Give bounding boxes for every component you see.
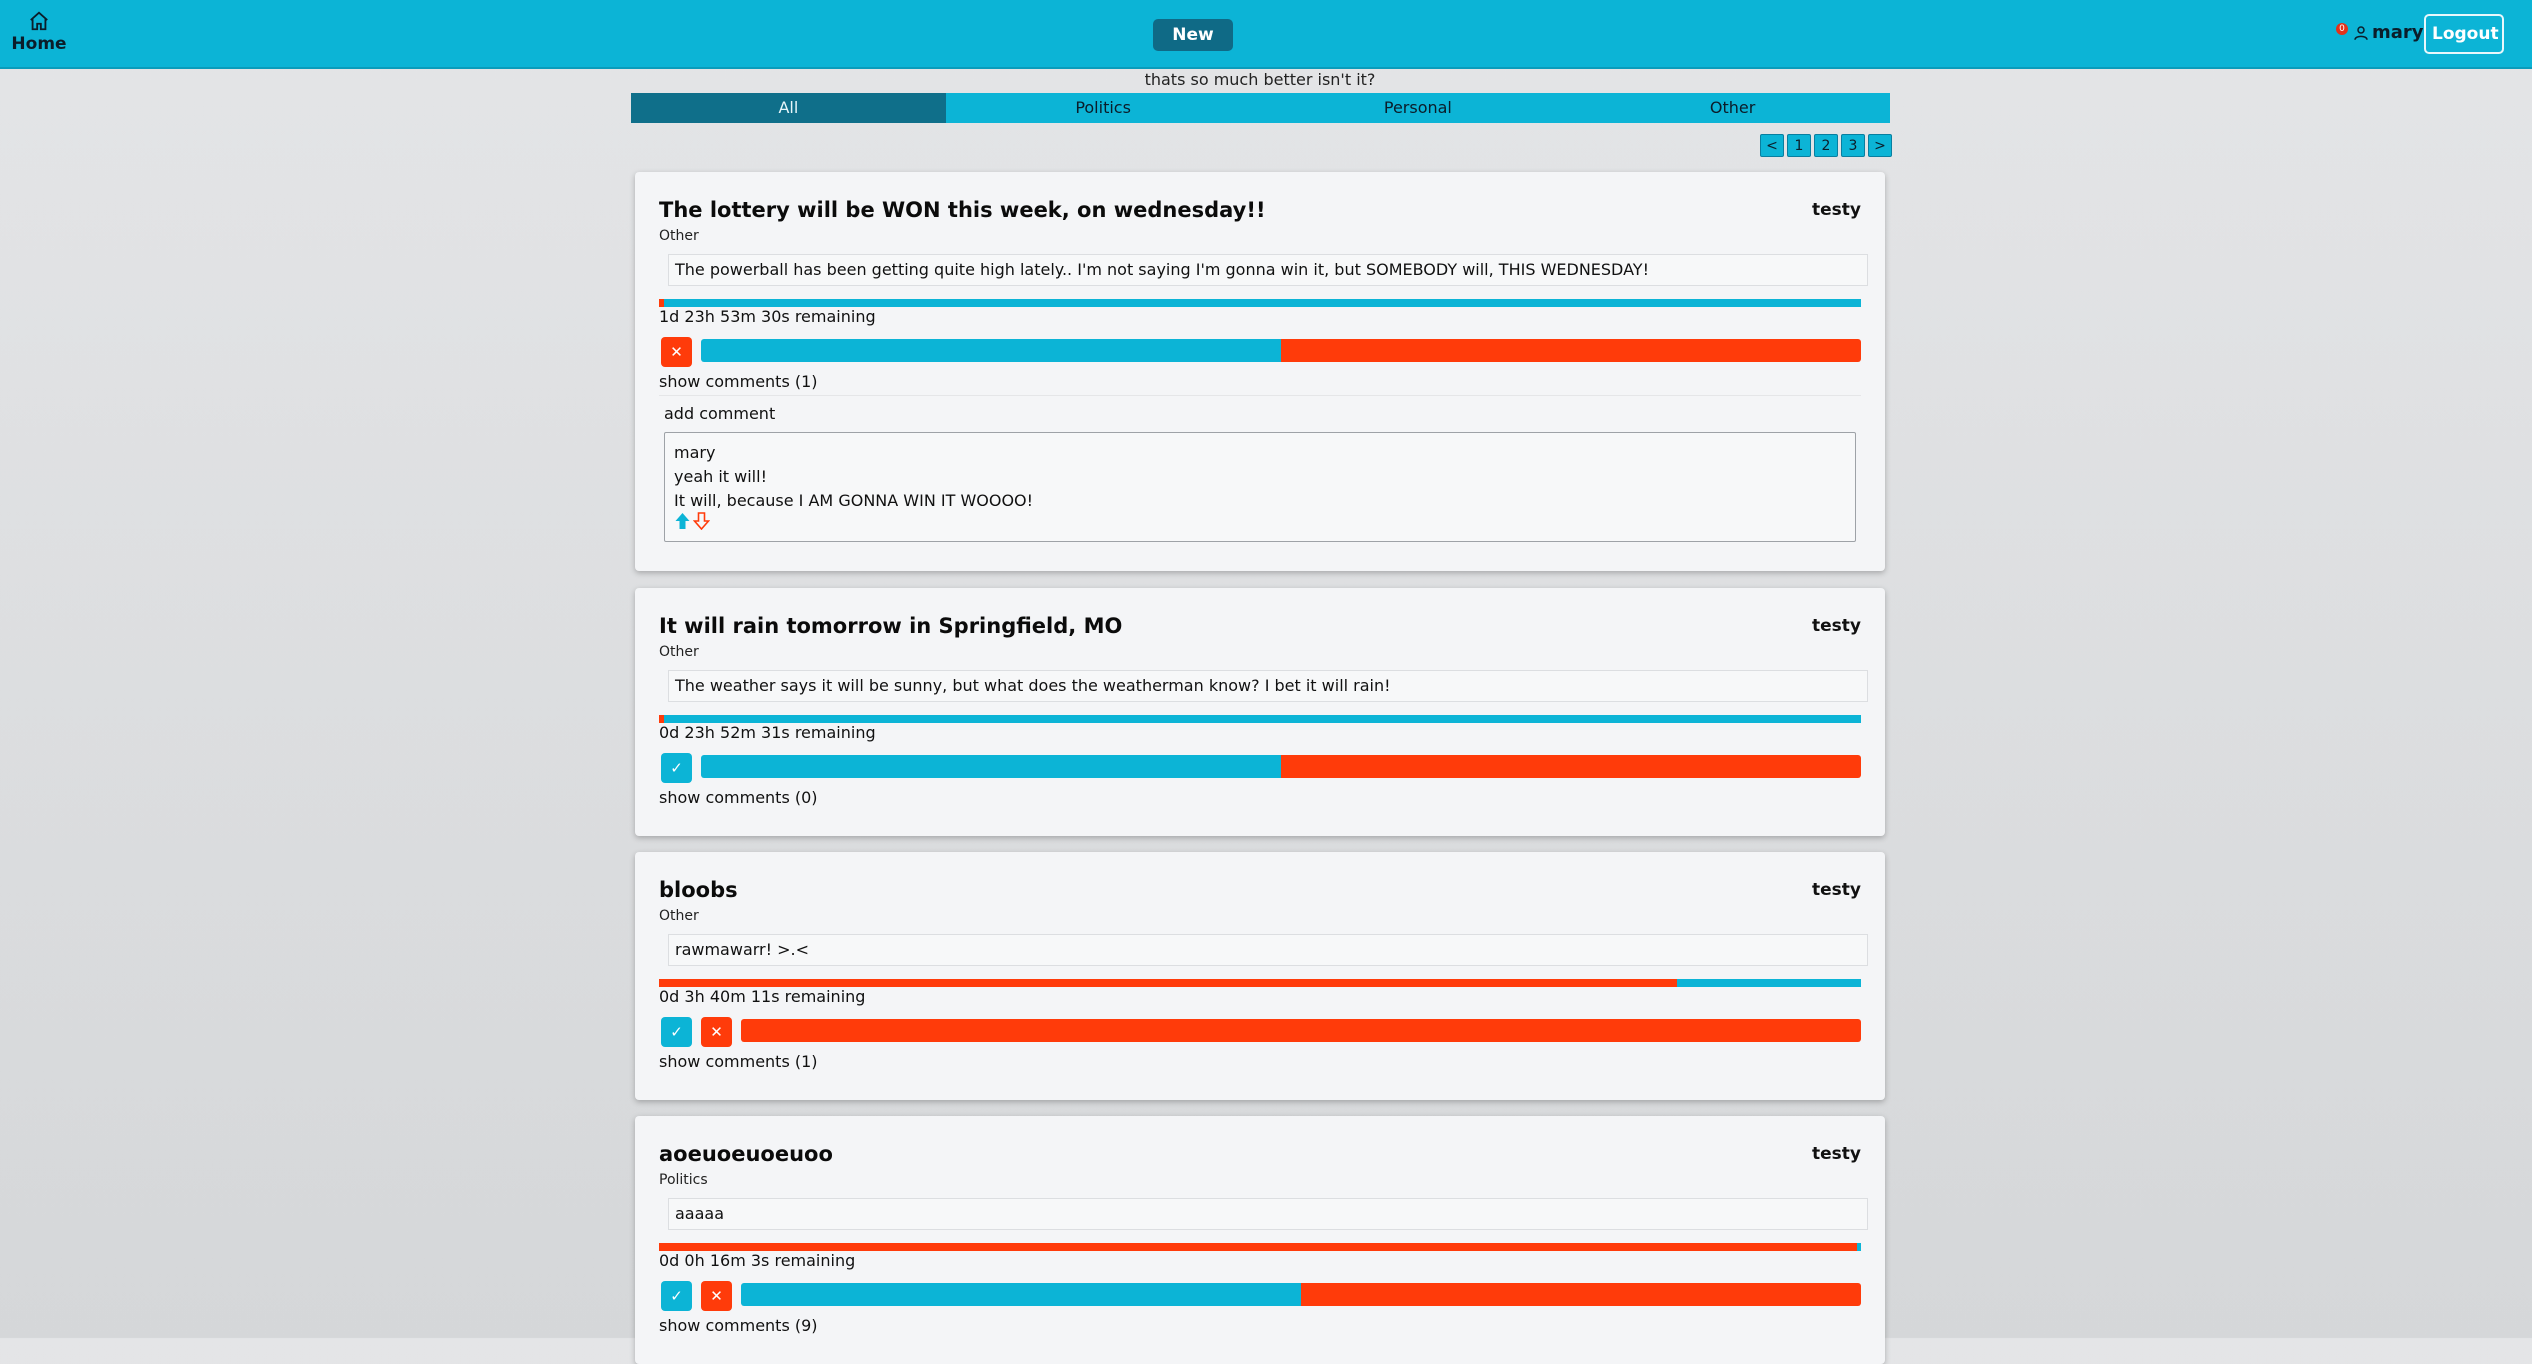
time-remaining-text: 1d 23h 53m 30s remaining [659,307,876,326]
show-comments-link[interactable]: show comments (1) [659,372,818,391]
post-category: Politics [659,1172,708,1188]
page-1-button[interactable]: 1 [1787,134,1811,157]
comments-section: add comment mary yeah it will! It will, … [659,395,1861,542]
time-remaining-bar [659,979,1861,987]
post-category: Other [659,228,699,244]
user-icon [2354,25,2368,40]
time-elapsed-fill [659,299,664,307]
tab-politics[interactable]: Politics [946,93,1261,123]
post-author[interactable]: testy [1812,200,1861,220]
post-title: bloobs [659,878,738,902]
home-label: Home [11,34,67,54]
vote-yes-button[interactable]: ✓ [661,1017,692,1047]
comment-vote-arrows [674,512,1846,530]
time-remaining-text: 0d 23h 52m 31s remaining [659,723,876,742]
post-body: The powerball has been getting quite hig… [668,254,1868,286]
show-comments-link[interactable]: show comments (0) [659,788,818,807]
time-elapsed-fill [659,1243,1858,1251]
tab-all[interactable]: All [631,93,946,123]
home-link[interactable]: Home [10,10,68,54]
vote-row: ✕ [661,336,1861,367]
add-comment-link[interactable]: add comment [664,404,775,423]
page-2-button[interactable]: 2 [1814,134,1838,157]
time-remaining-text: 0d 3h 40m 11s remaining [659,987,866,1006]
vote-ratio-bar [741,1019,1861,1042]
new-post-button[interactable]: New [1153,19,1233,51]
page-prev-button[interactable]: < [1760,134,1784,157]
post-title: aoeuoeuoeuoo [659,1142,833,1166]
time-remaining-bar [659,715,1861,723]
vote-ratio-bar [741,1283,1861,1306]
post-card: The lottery will be WON this week, on we… [635,172,1885,571]
upvote-arrow-icon[interactable] [674,512,691,530]
vote-row: ✓ ✕ [661,1016,1861,1047]
page-3-button[interactable]: 3 [1841,134,1865,157]
post-title: The lottery will be WON this week, on we… [659,198,1266,222]
vote-no-button[interactable]: ✕ [701,1281,732,1311]
tab-other[interactable]: Other [1575,93,1890,123]
vote-yes-button[interactable]: ✓ [661,1281,692,1311]
post-author[interactable]: testy [1812,880,1861,900]
post-category: Other [659,908,699,924]
vote-ratio-bar [701,755,1861,778]
page-next-button[interactable]: > [1868,134,1892,157]
tab-personal[interactable]: Personal [1261,93,1576,123]
comment-title: yeah it will! [674,467,767,486]
user-menu[interactable]: mary [2352,22,2424,43]
post-card: bloobs testy Other rawmawarr! >.< 0d 3h … [635,852,1885,1100]
post-card: It will rain tomorrow in Springfield, MO… [635,588,1885,836]
vote-no-button[interactable]: ✕ [661,337,692,367]
pagination: < 1 2 3 > [1760,134,1892,157]
top-navbar: Home New 0 mary Logout [0,0,2532,69]
time-elapsed-fill [659,979,1678,987]
category-tabs: All Politics Personal Other [631,93,1890,123]
vote-ratio-bar [701,339,1861,362]
vote-yes-fill [741,1283,1301,1306]
vote-yes-fill [701,755,1281,778]
home-icon [30,11,48,31]
vote-no-fill [1281,339,1861,362]
comment-item: mary yeah it will! It will, because I AM… [664,432,1856,542]
post-author[interactable]: testy [1812,616,1861,636]
username: mary [2372,22,2424,43]
time-elapsed-fill [659,715,664,723]
vote-row: ✓ [661,752,1861,783]
notification-badge[interactable]: 0 [2336,23,2348,35]
vote-no-fill [1301,1283,1861,1306]
comment-author: mary [674,443,716,462]
logout-button[interactable]: Logout [2424,14,2504,54]
post-author[interactable]: testy [1812,1144,1861,1164]
vote-yes-button[interactable]: ✓ [661,753,692,783]
time-remaining-text: 0d 0h 16m 3s remaining [659,1251,856,1270]
vote-no-button[interactable]: ✕ [701,1017,732,1047]
tagline: thats so much better isn't it? [1144,70,1376,89]
post-body: rawmawarr! >.< [668,934,1868,966]
vote-yes-fill [701,339,1281,362]
downvote-arrow-icon[interactable] [693,512,710,530]
show-comments-link[interactable]: show comments (9) [659,1316,818,1335]
show-comments-link[interactable]: show comments (1) [659,1052,818,1071]
vote-no-fill [1281,755,1861,778]
post-card: aoeuoeuoeuoo testy Politics aaaaa 0d 0h … [635,1116,1885,1364]
post-body: aaaaa [668,1198,1868,1230]
time-remaining-bar [659,1243,1861,1251]
vote-no-fill [741,1019,1861,1042]
vote-row: ✓ ✕ [661,1280,1861,1311]
post-title: It will rain tomorrow in Springfield, MO [659,614,1123,638]
post-body: The weather says it will be sunny, but w… [668,670,1868,702]
comment-text: It will, because I AM GONNA WIN IT WOOOO… [674,491,1034,510]
post-category: Other [659,644,699,660]
time-remaining-bar [659,299,1861,307]
